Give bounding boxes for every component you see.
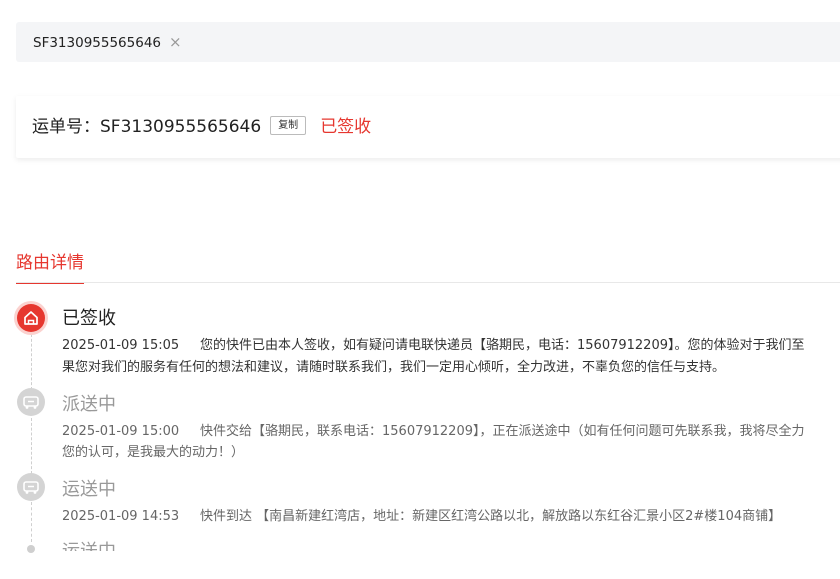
event-description: 快件到达 【南昌新建红湾店，地址：新建区红湾公路以北，解放路以东红谷汇景小区2#… xyxy=(200,509,782,524)
timeline-connector xyxy=(31,502,32,542)
event-status: 运送中 xyxy=(62,540,116,551)
truck-icon xyxy=(17,473,45,501)
event-description: 您的快件已由本人签收，如有疑问请电联快递员【骆期民，电话：15607912209… xyxy=(200,338,805,353)
event-time: 2025-01-09 15:00 xyxy=(62,424,180,439)
event-detail: 2025-01-09 15:00 快件交给【骆期民，联系电话：1560791220… xyxy=(62,421,840,443)
event-time: 2025-01-09 14:53 xyxy=(62,509,180,524)
event-status: 已签收 xyxy=(62,308,116,329)
event-detail: 果您对我们的服务有任何的想法和建议，请随时联系我们，我们一定用心倾听，全力改进，… xyxy=(62,357,840,379)
truck-icon xyxy=(17,388,45,416)
event-time: 2025-01-09 15:05 xyxy=(62,338,180,353)
dot-icon xyxy=(27,545,35,553)
event-status-clipped: 运送中 xyxy=(62,540,116,551)
event-status: 运送中 xyxy=(62,479,116,500)
event-detail: 您的认可，是我最大的动力！） xyxy=(62,442,840,464)
event-description: 您的认可，是我最大的动力！） xyxy=(62,445,245,460)
event-status: 派送中 xyxy=(62,394,116,415)
event-detail: 2025-01-09 15:05 您的快件已由本人签收，如有疑问请电联快递员【骆期… xyxy=(62,335,840,357)
home-icon xyxy=(17,304,45,332)
route-timeline: 已签收 2025-01-09 15:05 您的快件已由本人签收，如有疑问请电联快递… xyxy=(0,0,840,579)
timeline-connector xyxy=(31,418,32,474)
event-detail: 2025-01-09 14:53 快件到达 【南昌新建红湾店，地址：新建区红湾公路… xyxy=(62,506,840,528)
timeline-connector xyxy=(31,334,32,390)
event-description: 果您对我们的服务有任何的想法和建议，请随时联系我们，我们一定用心倾听，全力改进，… xyxy=(62,360,726,375)
event-description: 快件交给【骆期民，联系电话：15607912209】，正在派送途中（如有任何问题… xyxy=(200,424,805,439)
